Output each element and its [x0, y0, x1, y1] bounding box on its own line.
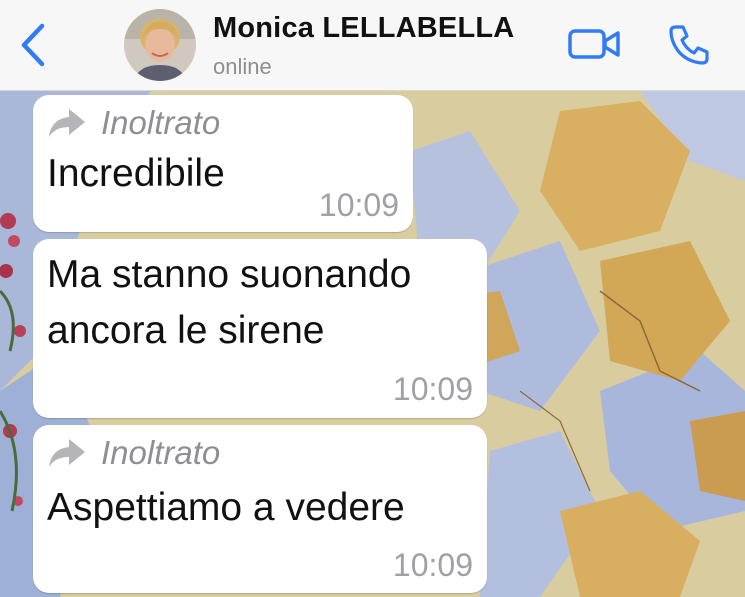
message-time: 10:09 — [318, 187, 399, 223]
voice-call-button[interactable] — [666, 22, 714, 66]
message-text-line-1: Ma stanno suonando — [47, 253, 412, 296]
chat-screen: Monica LELLABELLA online Inoltrato Incre… — [0, 0, 745, 597]
message-bubble[interactable]: Ma stanno suonando ancora le sirene 10:0… — [33, 239, 487, 418]
forwarded-label: Inoltrato — [101, 434, 221, 471]
chat-header: Monica LELLABELLA online — [0, 0, 745, 91]
message-time: 10:09 — [392, 371, 473, 407]
video-call-button[interactable] — [567, 24, 623, 64]
contact-name[interactable]: Monica LELLABELLA — [213, 12, 514, 45]
forward-arrow-icon — [49, 439, 85, 467]
forwarded-indicator: Inoltrato — [47, 104, 221, 141]
message-text-line-2: ancora le sirene — [47, 309, 325, 352]
avatar[interactable] — [124, 9, 196, 81]
message-bubble[interactable]: Inoltrato Aspettiamo a vedere 10:09 — [33, 425, 487, 593]
forward-arrow-icon — [49, 109, 85, 137]
contact-status: online — [213, 54, 272, 79]
message-time: 10:09 — [392, 547, 473, 583]
forwarded-indicator: Inoltrato — [47, 434, 221, 471]
message-text: Incredibile — [47, 152, 225, 195]
chevron-left-icon — [21, 23, 45, 67]
phone-icon — [669, 25, 709, 65]
message-text: Aspettiamo a vedere — [47, 486, 405, 529]
video-camera-icon — [568, 29, 620, 59]
message-bubble[interactable]: Inoltrato Incredibile 10:09 — [33, 95, 413, 232]
back-button[interactable] — [14, 22, 54, 68]
forwarded-label: Inoltrato — [101, 104, 221, 141]
